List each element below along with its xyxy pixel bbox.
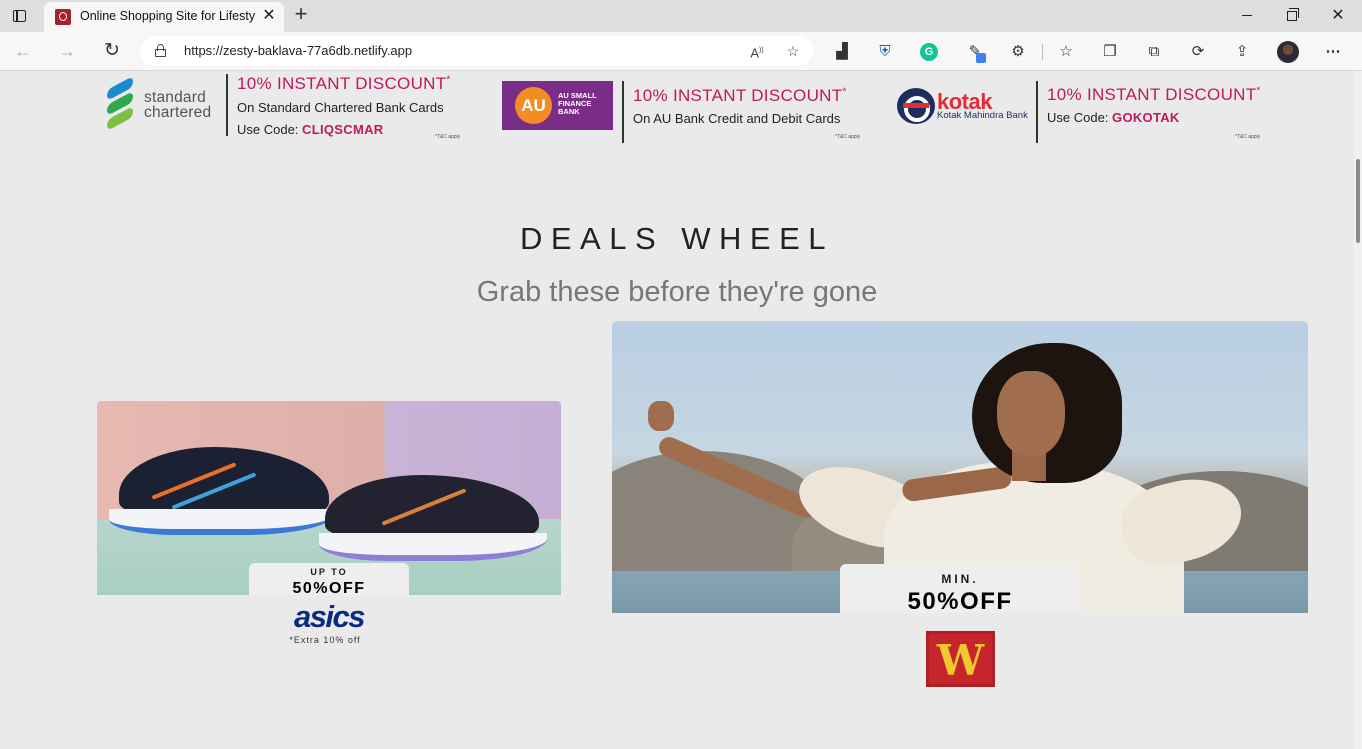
asics-brand-logo: asics	[293, 599, 366, 634]
offer-kotak[interactable]: kotak Kotak Mahindra Bank 10% INSTANT DI…	[0, 71, 1300, 147]
url-text[interactable]: https://zesty-baklava-77a6db.netlify.app	[184, 43, 412, 58]
westside-logo-mark: W	[936, 636, 985, 685]
restore-icon	[1287, 8, 1299, 21]
offer-divider	[1036, 81, 1038, 143]
forward-button[interactable]: →	[54, 39, 80, 63]
coupon-code: GOKOTAK	[1112, 110, 1180, 125]
web-page: standard chartered 10% INSTANT DISCOUNT*…	[0, 71, 1354, 749]
tab-strip: Online Shopping Site for Lifestyle ✕ + ✕	[0, 0, 1362, 32]
shield-extension-icon[interactable]: ⛨	[874, 41, 896, 63]
more-menu-icon[interactable]: ⋯	[1322, 41, 1344, 63]
window-minimize-button[interactable]	[1225, 3, 1269, 29]
offer-headline: 10% INSTANT DISCOUNT*	[1047, 85, 1261, 104]
new-tab-button[interactable]: +	[289, 3, 313, 27]
tab-actions-button[interactable]	[8, 6, 30, 26]
refresh-button[interactable]: ↻	[99, 39, 125, 63]
share-icon[interactable]: ⇪	[1231, 41, 1253, 63]
performance-icon[interactable]: ▟	[831, 41, 853, 63]
toolbar-separator	[1042, 44, 1043, 60]
deal-prefix: MIN.	[941, 572, 979, 586]
arrow-left-icon: ←	[14, 41, 32, 61]
arrow-right-icon: →	[58, 41, 76, 61]
profile-avatar[interactable]	[1277, 41, 1299, 63]
read-aloud-icon[interactable]: A))	[747, 42, 767, 60]
pen-extension-icon[interactable]: ✎	[964, 41, 986, 63]
tab-title: Online Shopping Site for Lifestyle	[80, 9, 256, 23]
favorites-icon[interactable]: ☆	[1055, 41, 1077, 63]
tab-close-button[interactable]: ✕	[260, 7, 278, 25]
deal-note: *Extra 10% off	[289, 635, 361, 645]
section-title: DEALS WHEEL	[519, 221, 834, 256]
westside-brand-logo: W	[926, 631, 995, 687]
grammarly-extension-icon[interactable]: G	[920, 43, 938, 61]
offer-code-row: Use Code: GOKOTAK	[1047, 110, 1180, 125]
lock-icon[interactable]	[155, 44, 166, 57]
extensions-puzzle-icon[interactable]: ⚙	[1007, 41, 1029, 63]
site-favicon-icon	[55, 9, 71, 25]
refresh-icon: ↻	[104, 40, 120, 61]
address-bar[interactable]: https://zesty-baklava-77a6db.netlify.app…	[140, 36, 813, 66]
deal-discount: 50%OFF	[292, 580, 366, 597]
back-button[interactable]: ←	[10, 39, 36, 63]
collections-icon[interactable]: ❐	[1099, 41, 1121, 63]
kotak-logo-icon	[897, 88, 935, 124]
deal-prefix: UP TO	[310, 567, 348, 577]
section-subtitle: Grab these before they're gone	[476, 276, 878, 308]
browser-toolbar: ← → ↻ https://zesty-baklava-77a6db.netli…	[0, 32, 1362, 71]
scrollbar-thumb[interactable]	[1356, 159, 1360, 243]
screenshot-icon[interactable]: ⧉	[1143, 41, 1165, 63]
add-favorite-icon[interactable]: ☆	[783, 42, 803, 60]
tab-actions-icon	[13, 10, 26, 22]
kotak-logo-subtext: Kotak Mahindra Bank	[937, 110, 1028, 121]
minimize-icon	[1242, 15, 1252, 17]
bank-offers-strip: standard chartered 10% INSTANT DISCOUNT*…	[0, 71, 1354, 147]
window-restore-button[interactable]	[1270, 3, 1314, 29]
terms-note: *T&C apply	[1235, 134, 1261, 140]
deal-discount: 50%OFF	[907, 588, 1013, 615]
window-close-button[interactable]: ✕	[1316, 3, 1360, 29]
extension-badge-icon	[976, 53, 986, 63]
copilot-icon[interactable]: ⟳	[1187, 41, 1209, 63]
browser-tab-active[interactable]: Online Shopping Site for Lifestyle ✕	[44, 2, 284, 32]
page-scrollbar[interactable]	[1354, 71, 1362, 749]
